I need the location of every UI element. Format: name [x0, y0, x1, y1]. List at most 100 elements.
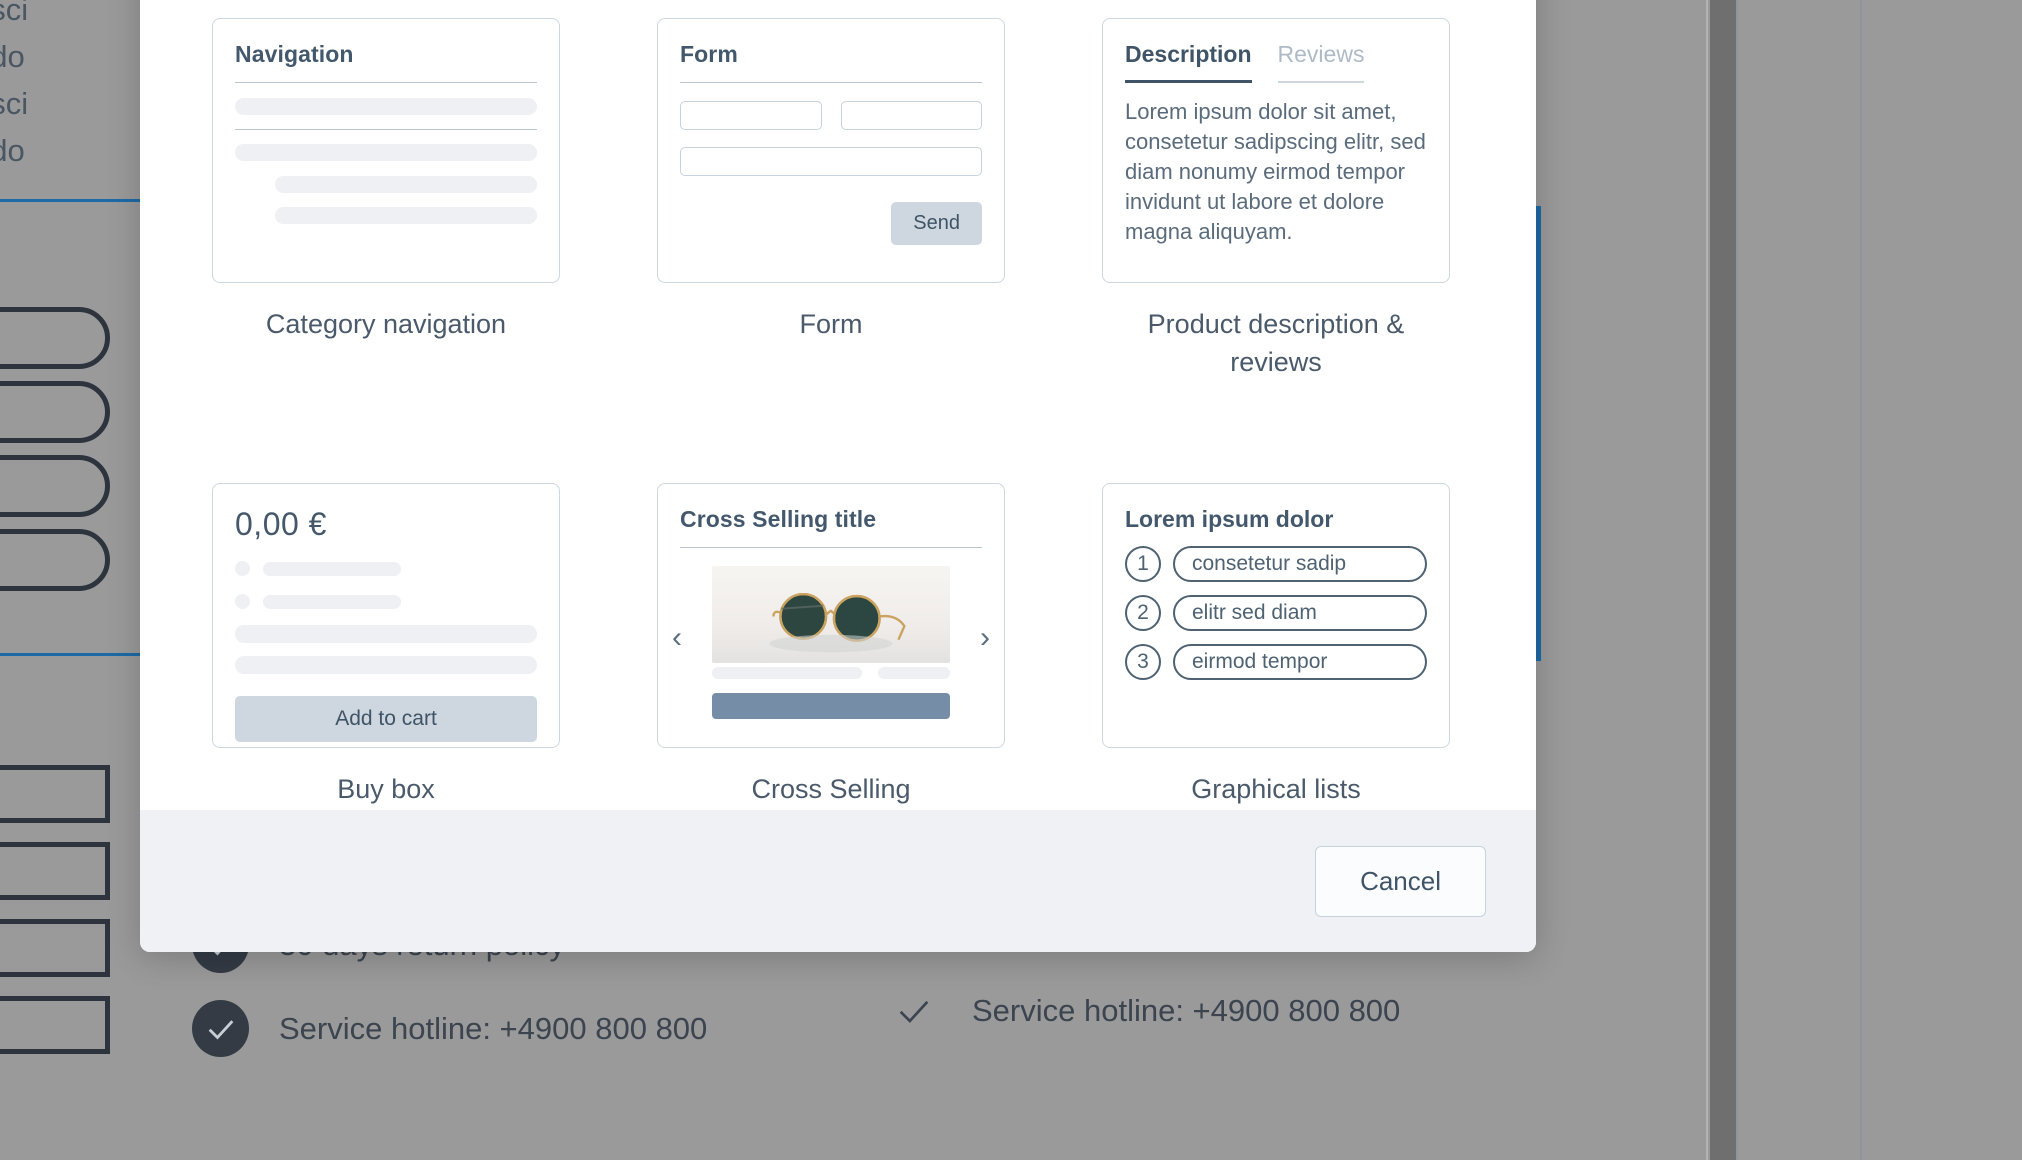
product-description-preview[interactable]: Description Reviews Lorem ipsum dolor si…	[1102, 18, 1450, 283]
background-text-line: ur sadipsci	[0, 0, 29, 27]
form-input-last[interactable]	[840, 101, 982, 130]
send-button[interactable]: Send	[891, 202, 982, 245]
cross-selling-preview[interactable]: Cross Selling title ‹ ›	[657, 483, 1005, 748]
divider	[235, 129, 537, 130]
background-feature-hotline-left: Service hotline: +4900 800 800	[192, 1000, 707, 1057]
buy-box-option-row	[235, 594, 537, 609]
carousel-slide	[712, 566, 950, 719]
carousel-meta	[712, 667, 950, 679]
preview-title: Lorem ipsum dolor	[1125, 506, 1334, 532]
background-text-line: ur sadipsci	[0, 86, 29, 121]
divider	[680, 547, 982, 548]
layout-card-grid: Navigation Category navigation Form Send…	[212, 0, 1464, 808]
background-paragraph: ur sadipsci sto duo do ur sadipsci sto d…	[0, 0, 140, 174]
list-item-label: consetetur sadip	[1173, 546, 1427, 582]
product-image-sunglasses	[712, 566, 950, 663]
background-text-line: sto duo do	[0, 133, 25, 168]
skeleton-bar	[263, 594, 401, 609]
layout-option-buy-box[interactable]: 0,00 € Add to cart Buy box	[212, 483, 560, 808]
vertical-divider-2	[1736, 0, 1738, 1160]
radio-icon	[235, 594, 250, 609]
background-rect-item[interactable]	[0, 765, 110, 823]
tab-description[interactable]: Description	[1125, 41, 1252, 83]
check-icon	[885, 982, 942, 1039]
background-text-line: sto duo do	[0, 39, 25, 74]
preview-title: Navigation	[235, 41, 354, 67]
graphical-lists-preview[interactable]: Lorem ipsum dolor 1 consetetur sadip 2 e…	[1102, 483, 1450, 748]
layout-option-label: Graphical lists	[1191, 774, 1361, 804]
divider	[680, 82, 982, 83]
background-pill-item[interactable]	[0, 307, 110, 369]
background-feature-hotline-right: Service hotline: +4900 800 800	[885, 982, 1400, 1039]
layout-picker-modal: Navigation Category navigation Form Send…	[140, 0, 1536, 952]
layout-option-cross-selling[interactable]: Cross Selling title ‹ › Cross Selling	[657, 483, 1005, 808]
preview-title: Cross Selling title	[680, 506, 877, 532]
skeleton-bar	[235, 98, 537, 115]
layout-option-product-description[interactable]: Description Reviews Lorem ipsum dolor si…	[1102, 18, 1450, 381]
graphical-list-item[interactable]: 3 eirmod tempor	[1125, 644, 1427, 680]
background-rect-item[interactable]	[0, 996, 110, 1054]
backdrop-right-region	[1736, 0, 2022, 1160]
skeleton-bar	[712, 667, 862, 679]
tab-reviews[interactable]: Reviews	[1277, 41, 1365, 83]
graphical-list-item[interactable]: 2 elitr sed diam	[1125, 595, 1427, 631]
preview-tabs: Description Reviews	[1125, 41, 1427, 83]
background-pill-item[interactable]	[0, 381, 110, 443]
graphical-list-item[interactable]: 1 consetetur sadip	[1125, 546, 1427, 582]
form-input-full[interactable]	[680, 147, 982, 176]
chevron-right-icon[interactable]: ›	[980, 623, 990, 653]
background-pill-item[interactable]	[0, 529, 110, 591]
background-rect-item[interactable]	[0, 919, 110, 977]
description-body: Lorem ipsum dolor sit amet, consetetur s…	[1125, 99, 1426, 244]
cross-selling-cta[interactable]	[712, 693, 950, 719]
vertical-divider-1	[1706, 0, 1708, 1160]
chevron-left-icon[interactable]: ‹	[672, 623, 682, 653]
skeleton-bar	[263, 561, 401, 576]
form-input-first[interactable]	[680, 101, 822, 130]
add-to-cart-button[interactable]: Add to cart	[235, 696, 537, 742]
price-label: 0,00 €	[235, 506, 327, 542]
form-preview[interactable]: Form Send	[657, 18, 1005, 283]
page-scrollbar[interactable]	[1710, 0, 1736, 1160]
layout-option-label: Buy box	[337, 774, 435, 804]
background-accent-edge	[1536, 206, 1541, 661]
skeleton-bar	[235, 144, 537, 161]
list-number-badge: 2	[1125, 595, 1161, 631]
check-icon	[192, 1000, 249, 1057]
form-field-row	[680, 101, 982, 130]
background-rect-item[interactable]	[0, 842, 110, 900]
modal-footer: Cancel	[140, 810, 1536, 952]
list-number-badge: 1	[1125, 546, 1161, 582]
background-pill-item[interactable]	[0, 455, 110, 517]
layout-option-label: Category navigation	[265, 309, 507, 339]
preview-title: Form	[680, 41, 738, 67]
list-item-label: eirmod tempor	[1173, 644, 1427, 680]
layout-option-form[interactable]: Form Send Form	[657, 18, 1005, 381]
layout-option-category-navigation[interactable]: Navigation Category navigation	[212, 18, 560, 381]
modal-body: Navigation Category navigation Form Send…	[140, 0, 1536, 810]
layout-option-graphical-lists[interactable]: Lorem ipsum dolor 1 consetetur sadip 2 e…	[1102, 483, 1450, 808]
skeleton-bar	[235, 656, 537, 674]
form-actions: Send	[680, 202, 982, 245]
layout-option-label: Cross Selling	[751, 774, 911, 804]
cancel-button[interactable]: Cancel	[1315, 845, 1486, 917]
screen: ur sadipsci sto duo do ur sadipsci sto d…	[0, 0, 2022, 1160]
background-accent-rule-top	[0, 199, 142, 202]
divider	[235, 82, 537, 83]
layout-option-label: Form	[799, 309, 863, 339]
skeleton-bar	[235, 625, 537, 643]
buy-box-option-row	[235, 561, 537, 576]
radio-icon	[235, 561, 250, 576]
background-pill-list	[0, 307, 110, 603]
background-accent-rule-bottom	[0, 653, 142, 656]
skeleton-bar	[878, 667, 950, 679]
list-item-label: elitr sed diam	[1173, 595, 1427, 631]
buy-box-preview[interactable]: 0,00 € Add to cart	[212, 483, 560, 748]
background-feature-label: Service hotline: +4900 800 800	[972, 992, 1401, 1028]
category-navigation-preview[interactable]: Navigation	[212, 18, 560, 283]
list-number-badge: 3	[1125, 644, 1161, 680]
carousel: ‹ ›	[672, 566, 990, 719]
vertical-divider-3	[1860, 0, 1862, 1160]
background-feature-label: Service hotline: +4900 800 800	[279, 1010, 708, 1046]
skeleton-bar-indented	[275, 207, 537, 224]
